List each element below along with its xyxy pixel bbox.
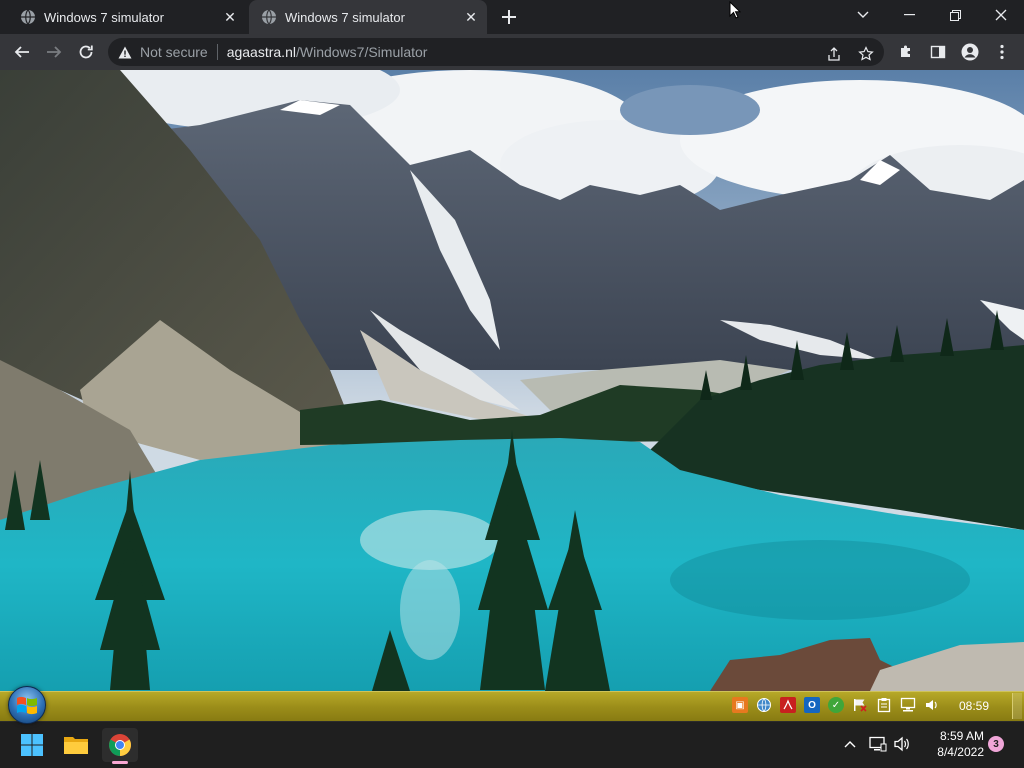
- more-menu-button[interactable]: [988, 38, 1016, 66]
- windows-start-icon: [21, 734, 43, 756]
- outlook-icon[interactable]: O: [804, 697, 820, 713]
- speaker-button[interactable]: [892, 734, 912, 754]
- win7-show-desktop-button[interactable]: [1012, 693, 1022, 719]
- win7-start-orb-button[interactable]: [8, 686, 46, 724]
- address-bar[interactable]: Not secure agaastra.nl/Windows7/Simulato…: [108, 38, 884, 66]
- tab-strip: Windows 7 simulator ✕ Windows 7 simulato…: [0, 0, 1024, 34]
- profile-button[interactable]: [956, 38, 984, 66]
- file-explorer-button[interactable]: [58, 728, 94, 762]
- back-button[interactable]: [8, 38, 36, 66]
- app-orange-icon[interactable]: ▣: [732, 697, 748, 713]
- host-time: 8:59 AM: [939, 729, 984, 743]
- more-menu-icon: [1000, 44, 1004, 60]
- back-arrow-icon: [14, 46, 29, 58]
- mouse-cursor-icon: [729, 1, 741, 19]
- host-start-button[interactable]: [14, 728, 50, 762]
- simulator-desktop[interactable]: [0, 70, 1024, 691]
- reload-button[interactable]: [72, 38, 100, 66]
- tab-close-icon[interactable]: ✕: [220, 7, 240, 27]
- close-icon: [995, 9, 1007, 21]
- omnibox-divider: [216, 44, 218, 60]
- tab-windows7-simulator-1[interactable]: Windows 7 simulator ✕: [8, 0, 246, 34]
- plus-icon: [502, 10, 516, 24]
- security-status[interactable]: Not secure: [140, 44, 208, 60]
- new-tab-button[interactable]: [498, 6, 520, 28]
- display-icon: [869, 736, 887, 752]
- chrome-icon: [109, 734, 131, 756]
- bookmark-star-icon: [858, 46, 874, 61]
- notification-badge[interactable]: 3: [988, 736, 1004, 752]
- security-check-icon[interactable]: ✓: [828, 697, 844, 713]
- globe-icon: [20, 9, 36, 25]
- restore-button[interactable]: [932, 0, 978, 30]
- mountain-lake-wallpaper: [0, 70, 1024, 691]
- warning-triangle-icon[interactable]: [118, 46, 132, 59]
- tab-title: Windows 7 simulator: [44, 9, 164, 25]
- reload-icon: [79, 45, 93, 59]
- close-window-button[interactable]: [978, 0, 1024, 30]
- win7-clock[interactable]: 08:59: [952, 697, 996, 715]
- host-clock[interactable]: 8:59 AM 8/4/2022: [920, 728, 984, 760]
- windows-7-logo-icon: [17, 696, 37, 715]
- minimize-icon: [903, 14, 915, 16]
- profile-icon: [961, 43, 979, 61]
- extensions-icon: [901, 45, 910, 57]
- display-button[interactable]: [868, 734, 888, 754]
- browser-toolbar: Not secure agaastra.nl/Windows7/Simulato…: [0, 34, 1024, 70]
- minimize-button[interactable]: [886, 0, 932, 30]
- network-icon[interactable]: [900, 697, 916, 713]
- tab-title: Windows 7 simulator: [285, 9, 405, 25]
- side-panel-icon: [930, 45, 946, 59]
- volume-icon[interactable]: [924, 697, 940, 713]
- share-icon: [828, 47, 840, 61]
- url-path: /Windows7/Simulator: [295, 44, 428, 60]
- flag-icon[interactable]: [852, 697, 868, 713]
- speaker-icon: [894, 736, 909, 752]
- side-panel-button[interactable]: [924, 38, 952, 66]
- url-host: agaastra.nl: [226, 44, 296, 60]
- chevron-down-icon: [857, 11, 869, 18]
- active-app-indicator: [112, 761, 128, 764]
- pdf-icon[interactable]: [780, 697, 796, 713]
- chevron-up-icon: [844, 741, 856, 748]
- network-globe-icon[interactable]: [756, 697, 772, 713]
- chrome-taskbar-button[interactable]: [102, 728, 138, 762]
- share-button[interactable]: [824, 44, 844, 64]
- tab-close-icon[interactable]: ✕: [461, 7, 481, 27]
- tab-windows7-simulator-2[interactable]: Windows 7 simulator ✕: [249, 0, 487, 34]
- show-hidden-icons-button[interactable]: [840, 734, 860, 754]
- clipboard-icon[interactable]: [876, 697, 892, 713]
- bookmark-button[interactable]: [856, 44, 876, 64]
- host-date: 8/4/2022: [937, 745, 984, 759]
- restore-icon: [949, 9, 961, 21]
- forward-button[interactable]: [40, 38, 68, 66]
- globe-icon: [261, 9, 277, 25]
- win7-taskbar: [0, 691, 1024, 721]
- file-explorer-icon: [64, 737, 88, 754]
- tab-search-button[interactable]: [840, 0, 886, 30]
- forward-arrow-icon: [47, 46, 62, 58]
- extensions-button[interactable]: [892, 38, 920, 66]
